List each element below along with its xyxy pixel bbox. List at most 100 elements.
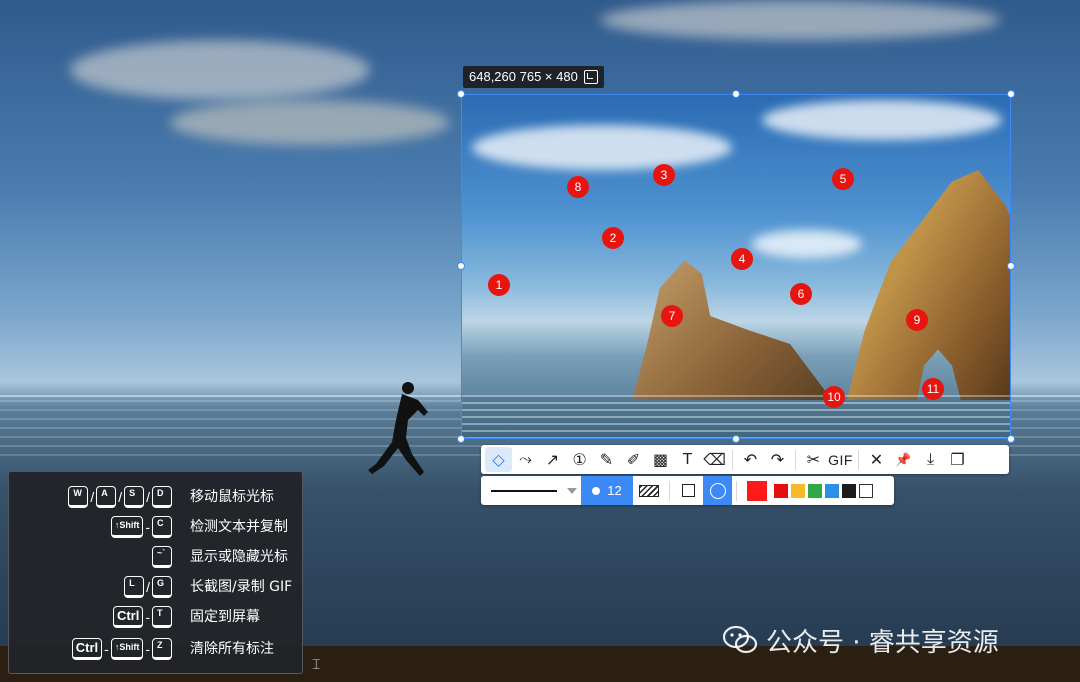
shortcut-row: ~` 显示或隐藏光标 (9, 544, 304, 570)
number-marker-icon[interactable]: ① (566, 447, 593, 472)
shortcut-row: Ctrl - T 固定到屏幕 (9, 604, 304, 630)
shortcut-description: 固定到屏幕 (190, 609, 260, 625)
number-marker[interactable]: 8 (567, 176, 589, 198)
line-style-preview (491, 489, 557, 492)
key-cap: A (96, 486, 117, 508)
stroke-size-value: 12 (607, 483, 622, 498)
shape-options-bar: 12 (481, 476, 894, 505)
resize-handle-top-left[interactable] (457, 90, 465, 98)
sea-stack-rock (632, 260, 832, 400)
long-screenshot-icon[interactable]: ✂ (800, 447, 827, 472)
close-icon[interactable]: ✕ (863, 447, 890, 472)
color-swatch[interactable] (774, 483, 788, 498)
hatch-fill-icon (639, 484, 659, 497)
cloud (752, 230, 862, 258)
number-marker[interactable]: 10 (823, 386, 845, 408)
cloud (170, 100, 450, 145)
toolbar-divider (795, 449, 796, 470)
color-swatch[interactable] (842, 483, 856, 498)
key-cap: Ctrl (71, 638, 103, 660)
line-style-dropdown[interactable] (481, 476, 581, 505)
mosaic-icon[interactable]: ▩ (647, 447, 674, 472)
fill-toggle[interactable] (633, 476, 665, 505)
watermark-text: 公众号 · 睿共享资源 (766, 627, 999, 658)
resize-handle-top-right[interactable] (1007, 90, 1015, 98)
color-swatch[interactable] (791, 483, 805, 498)
position-size-readout: 648,260 765 × 480 (469, 69, 578, 84)
toolbar-divider (732, 449, 733, 470)
number-marker[interactable]: 4 (731, 248, 753, 270)
key-separator: / (118, 489, 123, 505)
number-marker[interactable]: 7 (661, 305, 683, 327)
key-separator: / (146, 579, 150, 595)
shortcut-description: 移动鼠标光标 (190, 489, 274, 505)
resize-handle-bottom-left[interactable] (457, 435, 465, 443)
shortcut-row: ↑Shift - C 检测文本并复制 (9, 514, 304, 540)
polyline-icon[interactable]: ⤳ (512, 447, 539, 472)
shape-select-icon[interactable]: ◇ (485, 447, 512, 472)
arch-rock (847, 170, 1010, 400)
key-cap: S (124, 486, 145, 508)
options-divider (736, 480, 737, 501)
key-cap: D (152, 486, 172, 508)
highlighter-icon[interactable]: ✐ (620, 447, 647, 472)
dot-icon (592, 486, 601, 495)
color-swatch[interactable] (808, 483, 822, 498)
circle-icon (709, 482, 726, 499)
cloud (600, 0, 1000, 40)
number-marker[interactable]: 2 (602, 227, 624, 249)
expand-square-icon[interactable] (583, 70, 598, 84)
shortcut-description: 清除所有标注 (190, 641, 274, 657)
key-separator: - (104, 641, 109, 657)
redo-icon[interactable]: ↷ (764, 447, 791, 472)
key-separator: / (146, 489, 150, 505)
key-separator: / (90, 489, 95, 505)
taskbar-widget-icon[interactable]: ⌶ (312, 656, 320, 673)
stroke-size-selector[interactable]: 12 (581, 476, 633, 505)
number-marker[interactable]: 5 (832, 168, 854, 190)
number-marker[interactable]: 11 (922, 378, 944, 400)
shortcut-row: L / G 长截图/录制 GIF (9, 574, 304, 600)
shortcut-description: 检测文本并复制 (190, 519, 288, 535)
resize-handle-top[interactable] (732, 90, 740, 98)
copy-icon[interactable]: ❐ (944, 447, 971, 472)
color-swatch[interactable] (859, 483, 873, 498)
key-combo: ~` (152, 544, 172, 570)
undo-icon[interactable]: ↶ (737, 447, 764, 472)
resize-handle-bottom[interactable] (732, 435, 740, 443)
rectangle-shape-button[interactable] (674, 476, 703, 505)
pencil-icon[interactable]: ✎ (593, 447, 620, 472)
cloud (762, 100, 1002, 140)
resize-handle-bottom-right[interactable] (1007, 435, 1015, 443)
color-swatch-selected[interactable] (747, 480, 767, 501)
key-combo: W / A / S / D (68, 484, 172, 510)
key-cap: ↑Shift (110, 516, 144, 538)
pin-icon[interactable]: 📌 (890, 447, 917, 472)
color-swatch[interactable] (825, 483, 839, 498)
runner-silhouette (368, 382, 428, 476)
number-marker[interactable]: 3 (653, 164, 675, 186)
key-cap: G (152, 576, 172, 598)
key-cap: Ctrl (112, 606, 144, 628)
wechat-icon (722, 625, 758, 654)
download-icon[interactable]: ⤓ (917, 447, 944, 472)
number-marker[interactable]: 6 (790, 283, 812, 305)
toolbar-divider (858, 449, 859, 470)
ellipse-shape-button[interactable] (703, 476, 732, 505)
annotation-toolbar: ◇ ⤳ ↗ ① ✎ ✐ ▩ T ⌫ ↶ ↷ ✂ GIF ✕ 📌 ⤓ ❐ (481, 445, 1009, 474)
eraser-icon[interactable]: ⌫ (701, 447, 728, 472)
record-gif-button[interactable]: GIF (827, 447, 854, 472)
resize-handle-right[interactable] (1007, 262, 1015, 270)
sea-waves (462, 395, 1010, 438)
watermark: 公众号 · 睿共享资源 (722, 620, 999, 660)
arrow-icon[interactable]: ↗ (539, 447, 566, 472)
key-combo: L / G (124, 574, 172, 600)
key-cap: Z (152, 638, 172, 660)
resize-handle-left[interactable] (457, 262, 465, 270)
text-icon[interactable]: T (674, 447, 701, 472)
number-marker[interactable]: 1 (488, 274, 510, 296)
key-separator: - (145, 519, 150, 535)
number-marker[interactable]: 9 (906, 309, 928, 331)
key-combo: ↑Shift - C (110, 514, 172, 540)
key-cap: W (68, 486, 89, 508)
